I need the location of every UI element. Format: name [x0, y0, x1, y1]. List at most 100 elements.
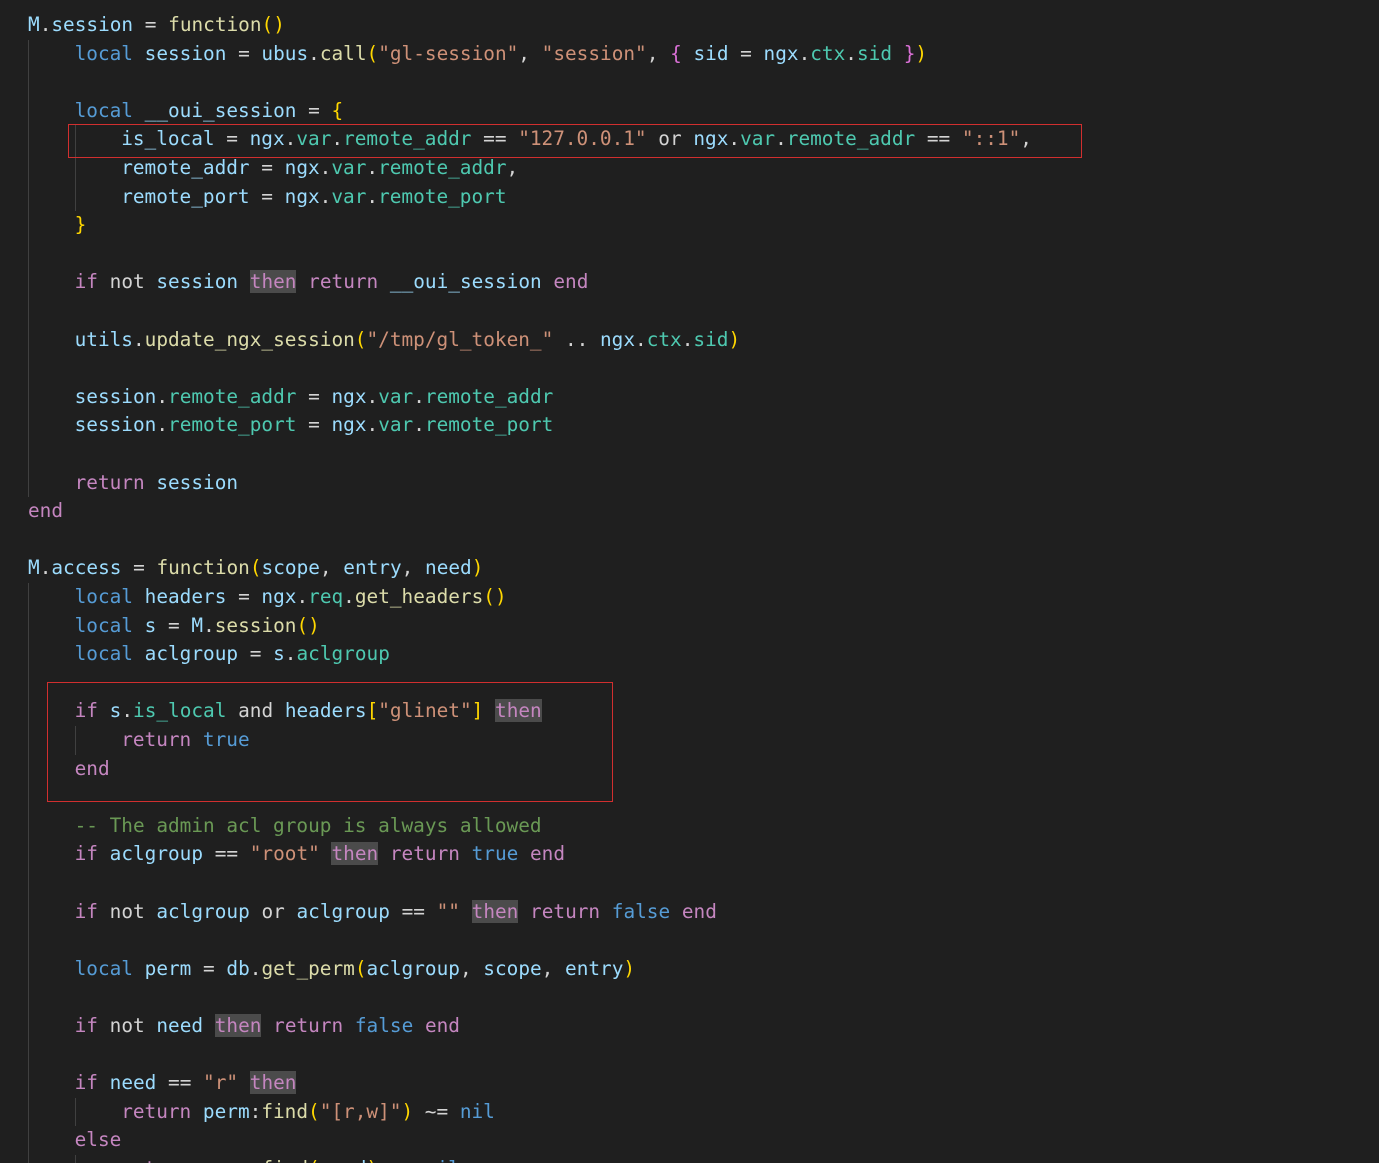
code-line[interactable]: return perm:find(need) ~= nil: [121, 1155, 460, 1163]
code-line[interactable]: -- The admin acl group is always allowed: [75, 812, 542, 841]
code-token: need: [320, 1157, 367, 1163]
highlight-box-glinet-check: [47, 682, 613, 802]
code-token: "session": [541, 41, 647, 65]
code-token: .: [249, 956, 262, 980]
code-line[interactable]: utils.update_ngx_session("/tmp/gl_token_…: [75, 326, 741, 355]
code-token: end: [424, 1014, 460, 1037]
code-line[interactable]: if need == "r" then: [75, 1069, 297, 1098]
code-token: nil: [459, 1099, 495, 1123]
code-token: ..: [553, 327, 600, 351]
code-token: if: [74, 270, 98, 294]
code-token: or: [261, 899, 285, 923]
code-token: =: [728, 41, 764, 65]
code-line[interactable]: session.remote_addr = ngx.var.remote_add…: [75, 383, 554, 412]
code-token: .: [319, 156, 332, 179]
code-token: .: [296, 585, 309, 608]
code-token: .: [156, 384, 169, 408]
code-line[interactable]: end: [28, 497, 63, 526]
code-token: ,: [646, 41, 671, 65]
code-line[interactable]: M.access = function(scope, entry, need): [28, 554, 483, 583]
code-token: not: [109, 270, 145, 294]
code-token: "root": [249, 842, 320, 866]
code-line[interactable]: else: [75, 1126, 122, 1155]
code-token: .: [366, 156, 379, 179]
code-token: else: [74, 1128, 122, 1152]
code-token: (: [249, 556, 262, 580]
code-token: =: [191, 956, 227, 980]
code-token: scope: [483, 956, 542, 980]
code-token: utils: [74, 327, 133, 351]
code-line[interactable]: local session = ubus.call("gl-session", …: [75, 40, 927, 69]
code-token: =: [238, 642, 274, 666]
code-line[interactable]: session.remote_port = ngx.var.remote_por…: [75, 411, 554, 440]
code-token: "gl-session": [378, 41, 519, 65]
code-line[interactable]: local perm = db.get_perm(aclgroup, scope…: [75, 955, 636, 984]
code-token: scope: [261, 556, 320, 580]
code-editor[interactable]: M.session = function() local session = ub…: [0, 0, 1379, 1163]
code-token: ==: [156, 1071, 204, 1095]
code-token: sid: [693, 327, 729, 351]
code-line[interactable]: }: [75, 211, 87, 240]
code-token: :: [249, 1099, 262, 1123]
code-line[interactable]: M.session = function(): [28, 11, 285, 40]
code-line[interactable]: local aclgroup = s.aclgroup: [75, 640, 390, 669]
code-line[interactable]: if not session then return __oui_session…: [74, 268, 588, 297]
code-line[interactable]: if not aclgroup or aclgroup == "" then r…: [75, 898, 717, 927]
code-token: ): [728, 327, 741, 351]
code-token: .: [203, 613, 215, 637]
code-line[interactable]: return session: [75, 469, 238, 498]
code-token: ~=: [413, 1099, 460, 1123]
code-token: entry: [565, 956, 624, 980]
code-token: (): [261, 13, 285, 36]
code-token: ctx: [810, 41, 846, 65]
code-token: ngx: [261, 585, 297, 608]
code-token: (: [366, 41, 379, 65]
code-token: .: [132, 327, 145, 351]
code-token: session: [74, 384, 157, 408]
code-token: =: [133, 13, 169, 36]
code-token: ngx: [284, 184, 320, 208]
code-token: "[r,w]": [319, 1099, 402, 1123]
code-line[interactable]: local headers = ngx.req.get_headers(): [75, 583, 507, 612]
code-token: .: [681, 327, 694, 351]
code-line[interactable]: local s = M.session(): [75, 612, 320, 641]
code-line[interactable]: local __oui_session = {: [75, 97, 344, 126]
code-token: session: [214, 613, 297, 637]
code-token: get_headers: [354, 585, 484, 608]
code-token: local: [74, 642, 133, 666]
code-line[interactable]: if aclgroup == "root" then return true e…: [75, 840, 565, 869]
code-token: ,: [541, 956, 566, 980]
code-token: ngx: [763, 41, 799, 65]
code-token: s: [273, 642, 285, 666]
code-token: end: [530, 842, 566, 866]
code-token: ,: [518, 41, 542, 65]
code-line[interactable]: remote_addr = ngx.var.remote_addr,: [121, 154, 518, 183]
code-token: then: [249, 1071, 297, 1095]
code-line[interactable]: if not need then return false end: [75, 1012, 460, 1041]
code-token: local: [74, 41, 133, 65]
code-token: .: [319, 184, 332, 208]
code-line[interactable]: return perm:find("[r,w]") ~= nil: [121, 1098, 495, 1127]
code-token: then: [214, 1014, 262, 1037]
code-token: remote_port: [121, 184, 250, 208]
code-token: local: [74, 613, 133, 637]
code-token: need: [109, 1071, 157, 1095]
code-token: =: [296, 98, 332, 122]
code-token: then: [331, 842, 379, 866]
code-line[interactable]: remote_port = ngx.var.remote_port: [121, 183, 506, 212]
code-token: var: [378, 413, 414, 437]
